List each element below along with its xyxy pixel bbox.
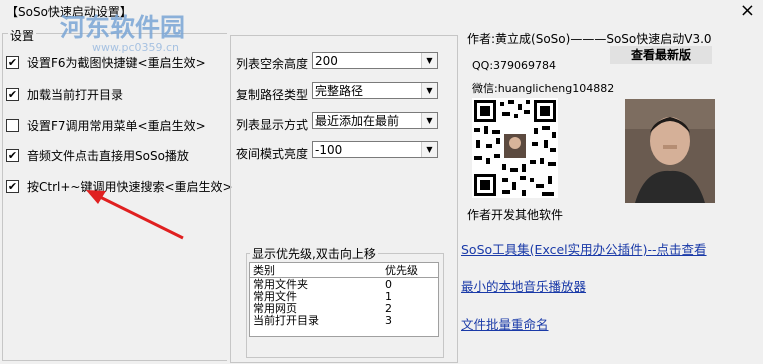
link-music-player[interactable]: 最小的本地音乐播放器: [461, 276, 586, 295]
category-cell: 常用网页: [253, 301, 297, 315]
copy-path-value: 完整路径: [315, 84, 364, 98]
option-audio-play[interactable]: ✔ 音频文件点击直接用SoSo播放: [6, 146, 189, 164]
priority-header: 类别 优先级: [250, 263, 438, 278]
category-cell: 常用文件夹: [253, 277, 308, 291]
dropdown-arrow-icon[interactable]: ▼: [421, 83, 437, 98]
wechat-qr-code-icon: [472, 98, 558, 198]
author-photo: [625, 99, 715, 203]
priority-list[interactable]: 类别 优先级 常用文件夹 0 常用文件 1 常用网页 2 当前打开目录 3: [249, 262, 439, 337]
checkbox-checked-icon[interactable]: ✔: [6, 148, 19, 162]
author-line: 作者:黄立成(SoSo)———SoSo快速启动V3.0: [467, 32, 712, 46]
list-mode-value: 最近添加在最前: [315, 114, 400, 128]
category-cell: 当前打开目录: [253, 313, 319, 327]
option-f7-menu[interactable]: 设置F7调用常用菜单<重启生效>: [6, 116, 206, 134]
list-margin-value: 200: [315, 53, 338, 68]
category-cell: 常用文件: [253, 289, 297, 303]
list-mode-label: 列表显示方式: [236, 118, 309, 132]
option-label: 加载当前打开目录: [27, 87, 124, 102]
checkbox-checked-icon[interactable]: ✔: [6, 87, 19, 101]
annotation-arrow-icon: [86, 190, 184, 240]
copy-path-label: 复制路径类型: [236, 88, 309, 102]
dropdown-arrow-icon[interactable]: ▼: [421, 142, 437, 157]
option-load-current-dir[interactable]: ✔ 加载当前打开目录: [6, 85, 123, 103]
priority-cell: 3: [385, 313, 392, 327]
table-row[interactable]: 常用文件 1: [250, 290, 438, 302]
copy-path-select[interactable]: 完整路径 ▼: [312, 82, 438, 99]
night-brightness-value: -100: [315, 142, 343, 157]
priority-cell: 0: [385, 277, 392, 291]
link-batch-rename[interactable]: 文件批量重命名: [461, 314, 549, 333]
list-margin-label: 列表空余高度: [236, 57, 309, 71]
list-mode-select[interactable]: 最近添加在最前 ▼: [312, 112, 438, 129]
checkbox-checked-icon[interactable]: ✔: [6, 179, 19, 193]
table-row[interactable]: 常用网页 2: [250, 302, 438, 314]
dropdown-arrow-icon[interactable]: ▼: [421, 113, 437, 128]
priority-cell: 2: [385, 301, 392, 315]
option-label: 设置F6为截图快捷键<重启生效>: [27, 55, 206, 70]
night-brightness-select[interactable]: -100 ▼: [312, 141, 438, 158]
check-latest-button[interactable]: 查看最新版: [610, 46, 712, 64]
qq-number: QQ:379069784: [472, 59, 557, 72]
watermark-url: www.pc0359.cn: [92, 41, 180, 54]
night-brightness-label: 夜间模式亮度: [236, 147, 309, 161]
option-label: 设置F7调用常用菜单<重启生效>: [27, 118, 206, 133]
dropdown-arrow-icon[interactable]: ▼: [421, 53, 437, 68]
other-software-heading: 作者开发其他软件: [467, 208, 564, 222]
list-margin-select[interactable]: 200 ▼: [312, 52, 438, 69]
column-header-category[interactable]: 类别: [250, 265, 375, 276]
wechat-id: 微信:huanglicheng104882: [472, 82, 615, 95]
option-label: 音频文件点击直接用SoSo播放: [27, 148, 189, 163]
settings-group-label: 设置: [8, 27, 37, 44]
checkbox-checked-icon[interactable]: ✔: [6, 55, 19, 69]
close-icon[interactable]: ×: [740, 2, 755, 20]
priority-cell: 1: [385, 289, 392, 303]
link-soso-toolkit[interactable]: SoSo工具集(Excel实用办公插件)--点击查看: [461, 239, 707, 258]
option-f6-screenshot[interactable]: ✔ 设置F6为截图快捷键<重启生效>: [6, 53, 206, 71]
checkbox-unchecked-icon[interactable]: [6, 118, 19, 132]
table-row[interactable]: 常用文件夹 0: [250, 278, 438, 290]
watermark-logo: 河东软件园: [60, 13, 186, 42]
table-row[interactable]: 当前打开目录 3: [250, 314, 438, 326]
priority-legend: 显示优先级,双击向上移: [250, 245, 378, 262]
column-header-priority[interactable]: 优先级: [375, 265, 435, 276]
